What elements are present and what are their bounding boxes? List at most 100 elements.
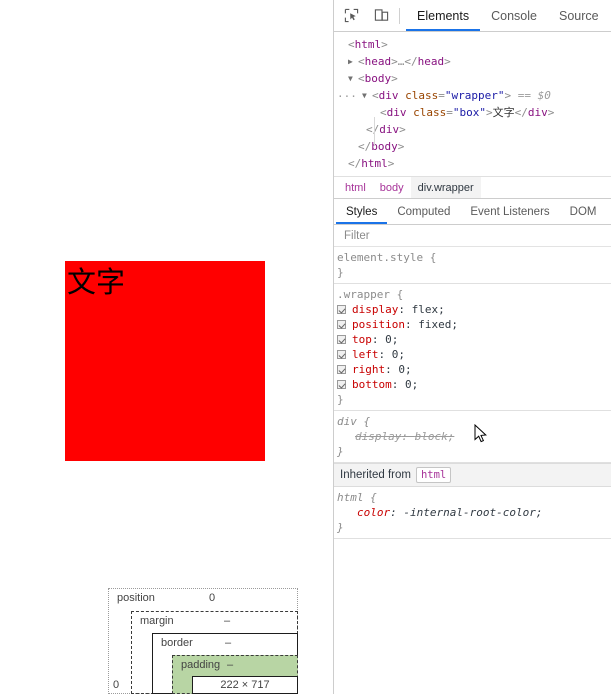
- css-selector: element.style {: [337, 251, 437, 264]
- css-property: display: [355, 430, 402, 443]
- dom-tag-body: body: [364, 72, 392, 85]
- dom-bracket-open: <: [348, 38, 355, 51]
- css-property: color: [357, 506, 391, 519]
- dom-tag-div-close: div: [379, 123, 400, 136]
- box-model-border-label: border: [161, 637, 193, 649]
- checkbox-icon[interactable]: [337, 380, 346, 389]
- css-value[interactable]: 0;: [405, 378, 418, 391]
- box-model-margin-value[interactable]: –: [224, 615, 230, 627]
- box-model-position-value[interactable]: 0: [209, 592, 215, 604]
- css-property: top: [352, 333, 372, 346]
- checkbox-icon[interactable]: [337, 320, 346, 329]
- dom-tag-html: html: [354, 38, 382, 51]
- box-model-border-value[interactable]: –: [225, 637, 231, 649]
- dom-row[interactable]: </html>: [334, 155, 611, 172]
- tab-console[interactable]: Console: [480, 0, 548, 31]
- dom-bracket-close: >: [391, 72, 398, 85]
- checkbox-icon[interactable]: [337, 350, 346, 359]
- css-rule-wrapper[interactable]: .wrapper { display: flex; position: fixe…: [334, 284, 611, 411]
- box-model-padding-label: padding: [181, 659, 221, 671]
- dom-close-open: </: [514, 106, 528, 119]
- tab-dom-breakpoints[interactable]: DOM: [560, 199, 607, 224]
- dom-bracket-close: >: [397, 140, 405, 153]
- dom-attr-value-wrapper: "wrapper": [444, 89, 505, 102]
- css-rule-element-style[interactable]: element.style { }: [334, 247, 611, 284]
- red-box-element[interactable]: 文字: [65, 261, 265, 461]
- dom-bracket-close: >: [399, 123, 406, 136]
- tab-event-listeners[interactable]: Event Listeners: [460, 199, 559, 224]
- css-value[interactable]: fixed;: [418, 318, 458, 331]
- styles-pane-tabs: Styles Computed Event Listeners DOM: [334, 199, 611, 225]
- css-selector: html {: [337, 491, 377, 504]
- checkbox-icon[interactable]: [337, 365, 346, 374]
- dom-row[interactable]: ▼ <body>: [334, 70, 611, 87]
- devtools-panel: Elements Console Source <html> ▶ <head>…<…: [333, 0, 611, 694]
- breadcrumb-item-div-wrapper[interactable]: div.wrapper: [410, 177, 481, 198]
- dom-bracket-close: >: [504, 89, 512, 102]
- css-selector: div {: [337, 415, 371, 428]
- dom-row-selected[interactable]: ··· ▼ <div class="wrapper"> == $0: [334, 87, 611, 104]
- box-model-position-left[interactable]: 0: [113, 679, 119, 691]
- dom-attr-class: class: [405, 89, 439, 102]
- tab-computed[interactable]: Computed: [387, 199, 460, 224]
- dom-row[interactable]: ▶ <head>…</head>: [334, 53, 611, 70]
- inspect-element-icon[interactable]: [338, 3, 364, 29]
- chevron-down-icon[interactable]: ▼: [348, 70, 358, 87]
- css-property: display: [352, 303, 399, 316]
- chevron-right-icon[interactable]: ▶: [348, 53, 358, 70]
- css-declaration[interactable]: color: -internal-root-color;: [337, 505, 611, 520]
- css-declaration[interactable]: right: 0;: [337, 362, 611, 377]
- dom-row[interactable]: </div>: [334, 121, 611, 138]
- inherited-label: Inherited from: [340, 469, 411, 481]
- tab-sources[interactable]: Source: [548, 0, 610, 31]
- dom-badge-dots[interactable]: ···: [337, 88, 357, 105]
- dom-bracket-open: <: [358, 55, 365, 68]
- chevron-down-icon[interactable]: ▼: [362, 87, 372, 104]
- filter-input[interactable]: [342, 228, 546, 243]
- dom-indent-guide: [374, 117, 375, 146]
- css-declaration[interactable]: top: 0;: [337, 332, 611, 347]
- dom-bracket-close: >: [444, 55, 451, 68]
- filter-bar: [334, 225, 611, 247]
- box-model-content-dimensions[interactable]: 222 × 717: [193, 679, 297, 691]
- css-rule-close: }: [337, 521, 344, 534]
- tab-elements[interactable]: Elements: [406, 0, 481, 31]
- device-toolbar-icon[interactable]: [368, 3, 394, 29]
- inherited-source-chip[interactable]: html: [415, 467, 452, 483]
- css-declaration[interactable]: bottom: 0;: [337, 377, 611, 392]
- devtools-toolbar: Elements Console Source: [334, 0, 611, 32]
- box-model-margin-label: margin: [140, 615, 174, 627]
- css-declaration[interactable]: position: fixed;: [337, 317, 611, 332]
- css-rule-html-inherited[interactable]: html { use color: -internal-root-color; …: [334, 487, 611, 539]
- css-value[interactable]: 0;: [398, 363, 411, 376]
- dom-tag-html-close: html: [361, 157, 388, 170]
- css-declaration[interactable]: left: 0;: [337, 347, 611, 362]
- css-value[interactable]: 0;: [392, 348, 405, 361]
- dom-bracket-close: >: [387, 157, 395, 170]
- breadcrumb-item-html[interactable]: html: [338, 177, 373, 198]
- css-value: block;: [414, 430, 455, 443]
- dom-tree: <html> ▶ <head>…</head> ▼ <body> ··· ▼ <div …: [334, 32, 611, 177]
- checkbox-icon[interactable]: [337, 335, 346, 344]
- box-model-content-layer[interactable]: 222 × 717: [192, 676, 298, 694]
- box-model-diagram: [334, 539, 611, 673]
- dom-bracket-open: <: [358, 72, 365, 85]
- breadcrumb-item-body[interactable]: body: [373, 177, 411, 198]
- css-rule-close: }: [337, 266, 344, 279]
- tab-styles[interactable]: Styles: [336, 199, 388, 224]
- dom-tag-div: div: [378, 89, 399, 102]
- box-model-padding-value[interactable]: –: [227, 659, 233, 671]
- dom-row[interactable]: <div class="box">文字</div>: [334, 104, 611, 121]
- dom-bracket-close: >: [391, 55, 398, 68]
- checkbox-icon[interactable]: [337, 305, 346, 314]
- dom-row[interactable]: <html>: [334, 36, 611, 53]
- css-rule-div-ua[interactable]: div { use display: block; }: [334, 411, 611, 463]
- dom-attr-class: class: [413, 106, 447, 119]
- css-property: bottom: [352, 378, 392, 391]
- css-declaration[interactable]: display: flex;: [337, 302, 611, 317]
- css-value[interactable]: flex;: [412, 303, 445, 316]
- dom-row[interactable]: </body>: [334, 138, 611, 155]
- css-value[interactable]: 0;: [385, 333, 398, 346]
- css-declaration[interactable]: display: block;: [337, 429, 611, 444]
- css-property: position: [352, 318, 405, 331]
